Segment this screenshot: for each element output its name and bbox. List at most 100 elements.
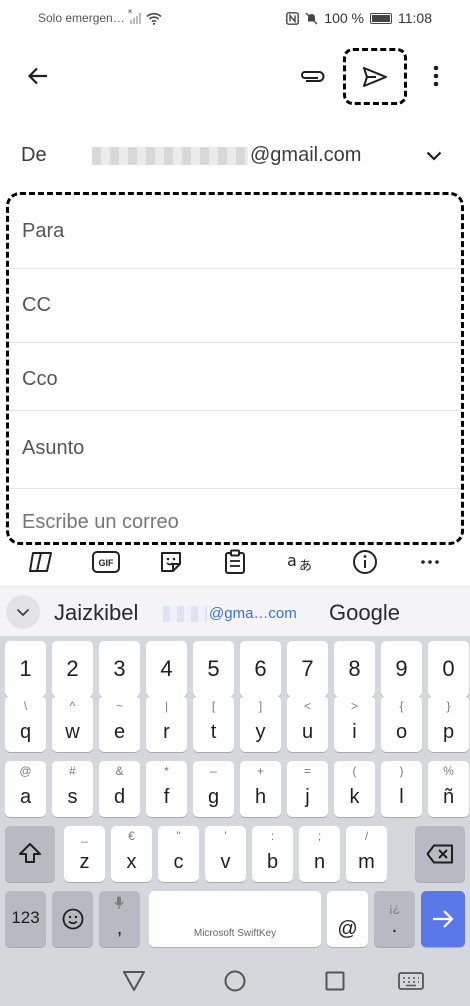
key-row2-4[interactable]: – g <box>193 761 234 817</box>
key-row1-8[interactable]: {o <box>381 696 422 752</box>
key-row_numbers-2[interactable]: 3 <box>99 641 140 697</box>
key-row1-2[interactable]: ~ e <box>99 696 140 752</box>
key-alt-label: ~ <box>115 699 123 713</box>
key-row2-5[interactable]: + h <box>240 761 281 817</box>
attach-button[interactable] <box>292 56 332 96</box>
key-row1-9[interactable]: } p <box>428 696 469 752</box>
nav-keyboard-button[interactable] <box>397 968 425 994</box>
info-button[interactable] <box>351 548 379 576</box>
keyboard-toolbar: GIF a あ <box>0 542 470 582</box>
key-row2-9[interactable]: % ñ <box>428 761 469 817</box>
suggestion-2[interactable]: @gma…com <box>163 605 297 622</box>
key-row3-4[interactable]: :b <box>252 826 293 882</box>
key-row1-1[interactable]: ^ w <box>52 696 93 752</box>
key-row1-0[interactable]: \ q <box>5 696 46 752</box>
key-row_numbers-5[interactable]: 6 <box>240 641 281 697</box>
emoji-key[interactable] <box>52 891 93 947</box>
key-row2-3[interactable]: * f <box>146 761 187 817</box>
key-alt-label: } <box>446 699 451 713</box>
key-label: b <box>266 851 279 873</box>
key-label: w <box>65 721 80 743</box>
to-field[interactable]: Para <box>9 195 461 269</box>
suggestion-1[interactable]: Jaizkibel <box>54 600 138 626</box>
copilot-button[interactable] <box>27 548 55 576</box>
key-row3-2[interactable]: " c <box>158 826 199 882</box>
key-row1-3[interactable]: | r <box>146 696 187 752</box>
key-row_numbers-7[interactable]: 8 <box>334 641 375 697</box>
key-row_numbers-9[interactable]: 0 <box>428 641 469 697</box>
from-dropdown-button[interactable] <box>420 142 448 170</box>
key-row2-2[interactable]: & d <box>99 761 140 817</box>
key-alt-label: _ <box>81 829 88 843</box>
key-alt-label: ^ <box>69 699 76 713</box>
key-row1-7[interactable]: > i <box>334 696 375 752</box>
shift-key[interactable] <box>5 826 55 882</box>
key-label: n <box>313 851 326 873</box>
more-tools-button[interactable] <box>416 548 444 576</box>
subject-field[interactable]: Asunto <box>9 411 461 489</box>
translate-button[interactable]: a あ <box>285 548 317 576</box>
key-label: e <box>113 721 126 743</box>
from-row[interactable]: De @gmail.com <box>0 130 470 182</box>
key-label: v <box>220 851 231 873</box>
key-row3-0[interactable]: _ z <box>64 826 105 882</box>
nav-recents-button[interactable] <box>322 968 348 994</box>
key-row2-8[interactable]: ) l <box>381 761 422 817</box>
backspace-key[interactable] <box>415 826 465 882</box>
enter-key[interactable] <box>421 891 465 947</box>
key-row1-5[interactable]: ] y <box>240 696 281 752</box>
cc-field[interactable]: CC <box>9 269 461 343</box>
period-key[interactable]: ¡¿ . <box>374 891 415 947</box>
key-row2-7[interactable]: (k <box>334 761 375 817</box>
clipboard-button[interactable] <box>221 548 249 576</box>
sticker-icon <box>161 552 181 572</box>
key-alt-label: ( <box>352 764 357 778</box>
key-row1-6[interactable]: < u <box>287 696 328 752</box>
key-row_numbers-3[interactable]: 4 <box>146 641 187 697</box>
back-button[interactable] <box>18 56 58 96</box>
battery-percent: 100 % <box>324 10 364 26</box>
key-label: 2 <box>66 656 79 681</box>
key-label: s <box>67 786 78 808</box>
more-options-button[interactable] <box>420 56 452 96</box>
key-label: t <box>210 721 217 743</box>
key-row_numbers-1[interactable]: 2 <box>52 641 93 697</box>
suggestion-3[interactable]: Google <box>329 600 400 626</box>
nav-home-button[interactable] <box>222 968 248 994</box>
paperclip-icon <box>301 71 325 82</box>
key-row2-0[interactable]: @ a <box>5 761 46 817</box>
key-row1-4[interactable]: [t <box>193 696 234 752</box>
key-row_numbers-8[interactable]: 9 <box>381 641 422 697</box>
key-row3-1[interactable]: € x <box>111 826 152 882</box>
key-row3-3[interactable]: ' v <box>205 826 246 882</box>
compose-fields: Para CC Cco Asunto Escribe un correo <box>6 192 464 545</box>
send-button[interactable] <box>343 48 407 105</box>
nav-back-button[interactable] <box>121 968 147 994</box>
key-label: 5 <box>207 656 220 681</box>
key-alt-label: – <box>210 764 217 778</box>
key-label: m <box>358 851 375 873</box>
key-row3-5[interactable]: ; n <box>299 826 340 882</box>
key-row_numbers-6[interactable]: 7 <box>287 641 328 697</box>
key-alt-label: % <box>443 764 454 778</box>
sticker-button[interactable] <box>157 548 185 576</box>
numbers-key[interactable]: 123 <box>5 891 46 947</box>
gif-button[interactable]: GIF <box>92 548 120 576</box>
key-row2-6[interactable]: = j <box>287 761 328 817</box>
body-field[interactable]: Escribe un correo <box>9 489 461 542</box>
gif-icon: GIF <box>92 551 120 573</box>
gif-label: GIF <box>99 558 115 568</box>
key-row_numbers-4[interactable]: 5 <box>193 641 234 697</box>
expand-toolbar-button[interactable] <box>6 595 40 629</box>
key-row3-6[interactable]: / m <box>346 826 387 882</box>
bcc-placeholder: Cco <box>22 368 58 390</box>
at-key[interactable]: @ <box>327 891 368 947</box>
key-row2-1[interactable]: # s <box>52 761 93 817</box>
key-row_numbers-0[interactable]: 1 <box>5 641 46 697</box>
space-key[interactable]: Microsoft SwiftKey <box>149 891 321 947</box>
key-label: 0 <box>442 656 455 681</box>
battery-icon <box>370 12 392 24</box>
key-label: ñ <box>442 786 455 808</box>
bcc-field[interactable]: Cco <box>9 343 461 411</box>
comma-key[interactable]: , <box>99 891 140 947</box>
